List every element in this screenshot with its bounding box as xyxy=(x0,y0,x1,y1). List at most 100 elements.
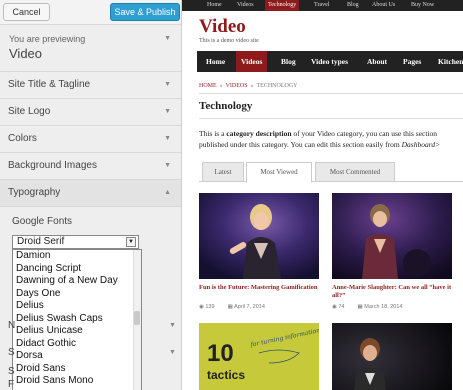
menu-pages[interactable]: Pages xyxy=(403,51,421,72)
desc-italic: Dashboard> xyxy=(401,140,441,149)
theme-name: Video xyxy=(9,46,43,61)
chevron-down-icon: ▼ xyxy=(164,108,171,115)
video-tabs: Latest Most Viewed Most Commented xyxy=(199,160,463,183)
chevron-down-icon: ▼ xyxy=(164,135,171,142)
font-option[interactable]: Droid Sans Mono xyxy=(13,375,141,388)
video-meta: ◉ 74 ▦ March 18, 2014 xyxy=(332,304,402,310)
hidden-section-label[interactable]: S xyxy=(8,366,15,377)
view-count: 139 xyxy=(205,304,215,310)
breadcrumb-videos[interactable]: VIDEOS xyxy=(226,83,248,89)
font-option[interactable]: Didact Gothic xyxy=(13,338,141,351)
hidden-section-label[interactable]: N xyxy=(8,320,15,331)
section-colors[interactable]: Colors ▼ xyxy=(0,126,181,153)
tab-most-viewed[interactable]: Most Viewed xyxy=(246,162,312,183)
desc-bold: category description xyxy=(226,129,292,138)
font-option[interactable]: Damion xyxy=(13,250,141,263)
breadcrumb-current: TECHNOLOGY xyxy=(256,83,298,89)
section-label: Background Images xyxy=(8,160,97,171)
tab-most-commented[interactable]: Most Commented xyxy=(315,162,395,182)
font-option[interactable]: Dawning of a New Day xyxy=(13,275,141,288)
chevron-down-icon: ▼ xyxy=(164,81,171,88)
main-menu: Home Videos Blog Video types About Pages… xyxy=(197,51,463,72)
chevron-down-icon: ▼ xyxy=(164,35,171,42)
menu-about[interactable]: About xyxy=(367,51,387,72)
font-option[interactable]: Delius xyxy=(13,300,141,313)
section-label: Typography xyxy=(8,187,61,198)
theme-preview-info[interactable]: You are previewing Video ▼ xyxy=(0,25,181,72)
eye-icon: ◉ xyxy=(199,304,204,310)
font-option[interactable]: Droid Sans xyxy=(13,363,141,376)
breadcrumb-home[interactable]: HOME xyxy=(199,83,217,89)
font-option[interactable]: Dorsa xyxy=(13,350,141,363)
video-thumbnail[interactable] xyxy=(332,323,452,390)
font-option[interactable]: Dancing Script xyxy=(13,263,141,276)
section-label: Site Logo xyxy=(8,106,51,117)
section-site-logo[interactable]: Site Logo ▼ xyxy=(0,99,181,126)
topnav-home[interactable]: Home xyxy=(207,0,222,11)
tactics-number: 10 xyxy=(207,340,234,367)
video-thumbnail[interactable] xyxy=(199,193,319,279)
menu-videos[interactable]: Videos xyxy=(236,51,268,72)
tactics-word: tactics xyxy=(207,368,245,382)
breadcrumb-separator: » xyxy=(218,83,225,89)
eye-icon: ◉ xyxy=(332,304,337,310)
google-fonts-select[interactable]: Droid Serif ▼ xyxy=(12,235,139,249)
chevron-down-icon: ▼ xyxy=(164,162,171,169)
hidden-section-label[interactable]: F xyxy=(8,379,14,390)
video-thumbnail[interactable] xyxy=(332,193,452,279)
chevron-down-icon: ▼ xyxy=(169,349,176,356)
desc-text: This is a xyxy=(199,129,227,138)
site-preview: Home Videos Technology Travel Blog About… xyxy=(182,0,463,390)
video-meta: ◉ 139 ▦ April 7, 2014 xyxy=(199,304,265,310)
section-label: Colors xyxy=(8,133,37,144)
font-option[interactable]: Delius Swash Caps xyxy=(13,313,141,326)
video-title[interactable]: Fun is the Future: Mastering Gamificatio… xyxy=(199,284,319,292)
category-description: This is a category description of your V… xyxy=(199,128,463,150)
site-tagline: This is a demo video site xyxy=(199,38,259,44)
top-navigation: Home Videos Technology Travel Blog About… xyxy=(182,0,463,11)
font-option[interactable]: Delius Unicase xyxy=(13,325,141,338)
section-typography[interactable]: Typography ▲ xyxy=(0,180,181,207)
font-dropdown-list[interactable]: Damion Dancing Script Dawning of a New D… xyxy=(12,249,142,390)
customizer-panel: Cancel Save & Publish You are previewing… xyxy=(0,0,182,390)
section-background-images[interactable]: Background Images ▼ xyxy=(0,153,181,180)
breadcrumb-separator: » xyxy=(249,83,256,89)
hidden-section-label[interactable]: S xyxy=(8,347,15,358)
save-publish-button[interactable]: Save & Publish xyxy=(110,3,180,21)
topnav-about-us[interactable]: About Us xyxy=(372,0,395,11)
topnav-buy-now[interactable]: Buy Now xyxy=(411,0,434,11)
view-count: 74 xyxy=(338,304,345,310)
section-site-title-tagline[interactable]: Site Title & Tagline ▼ xyxy=(0,72,181,99)
topnav-technology[interactable]: Technology xyxy=(265,0,300,11)
typography-content: Google Fonts Droid Serif ▼ Damion Dancin… xyxy=(0,207,181,390)
menu-blog[interactable]: Blog xyxy=(281,51,296,72)
tab-latest[interactable]: Latest xyxy=(202,162,244,182)
topnav-videos[interactable]: Videos xyxy=(237,0,254,11)
video-title[interactable]: Anne-Marie Slaughter: Can we all “have i… xyxy=(332,284,452,300)
scrollbar-thumb[interactable] xyxy=(134,311,140,325)
divider xyxy=(199,118,463,119)
calendar-icon: ▦ xyxy=(227,304,233,310)
google-fonts-label: Google Fonts xyxy=(12,216,73,227)
chevron-up-icon: ▲ xyxy=(164,189,171,196)
menu-kitchen[interactable]: Kitchen xyxy=(438,51,463,72)
topnav-blog[interactable]: Blog xyxy=(347,0,359,11)
cancel-button[interactable]: Cancel xyxy=(3,3,50,21)
site-title[interactable]: Video xyxy=(199,16,246,38)
dropdown-scrollbar[interactable] xyxy=(133,250,141,390)
chevron-down-icon[interactable]: ▼ xyxy=(126,237,136,247)
video-thumbnail[interactable]: 10 tactics for turning information into … xyxy=(199,323,319,390)
font-option[interactable]: Days One xyxy=(13,288,141,301)
menu-home[interactable]: Home xyxy=(206,51,225,72)
menu-video-types[interactable]: Video types xyxy=(311,51,348,72)
previewing-label: You are previewing xyxy=(9,34,86,44)
section-label: Site Title & Tagline xyxy=(8,79,91,90)
customizer-header: Cancel Save & Publish xyxy=(0,0,181,25)
desc-text: of your Video category, you can use this… xyxy=(291,129,438,138)
post-date: April 7, 2014 xyxy=(234,304,265,310)
chevron-down-icon: ▼ xyxy=(169,322,176,329)
breadcrumb: HOME » VIDEOS » TECHNOLOGY xyxy=(199,83,297,89)
page-title: Technology xyxy=(199,100,253,112)
topnav-travel[interactable]: Travel xyxy=(314,0,329,11)
divider xyxy=(199,93,463,94)
